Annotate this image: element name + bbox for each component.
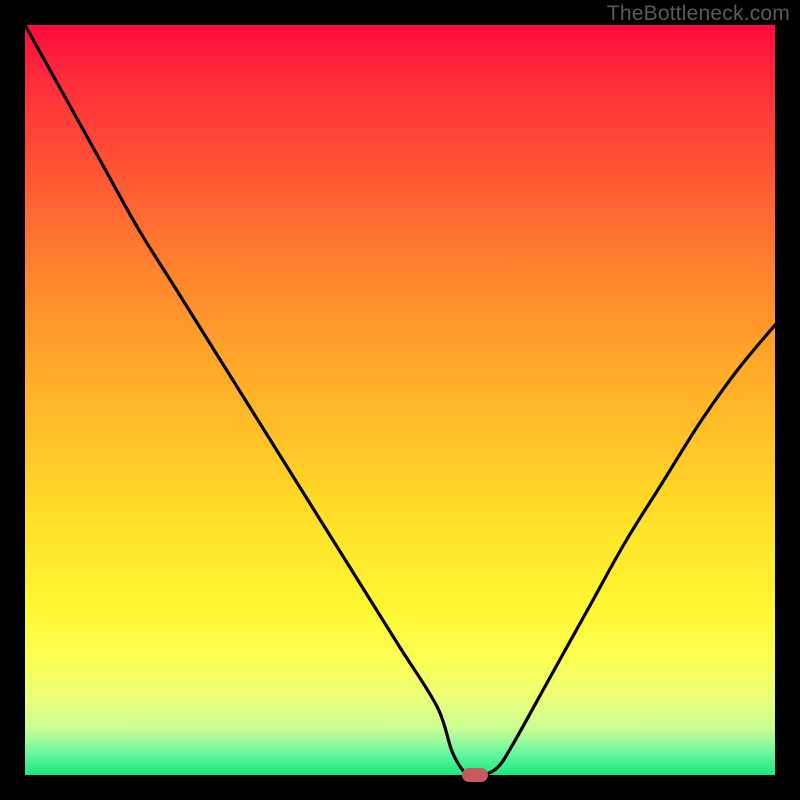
plot-area — [25, 25, 775, 775]
bottleneck-minimum-marker — [462, 768, 488, 782]
watermark-text: TheBottleneck.com — [607, 2, 790, 26]
chart-frame: TheBottleneck.com — [0, 0, 800, 800]
bottleneck-curve — [25, 25, 775, 775]
